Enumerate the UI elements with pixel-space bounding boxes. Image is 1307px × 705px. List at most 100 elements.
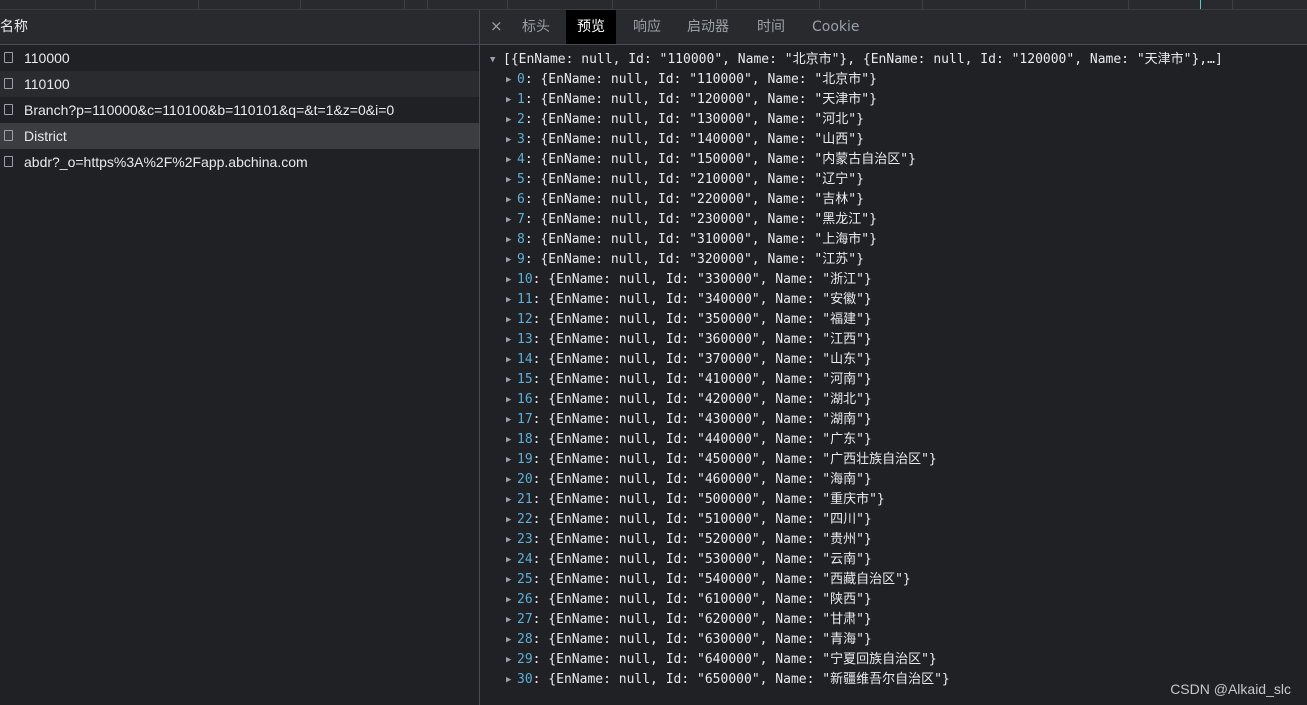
json-item-line[interactable]: ▶ 14: {EnName: null, Id: "370000", Name: …: [480, 350, 1307, 370]
json-item-line[interactable]: ▶ 4: {EnName: null, Id: "150000", Name: "…: [480, 150, 1307, 170]
triangle-right-icon[interactable]: ▶: [506, 310, 511, 330]
json-item-line[interactable]: ▶ 21: {EnName: null, Id: "500000", Name: …: [480, 490, 1307, 510]
triangle-right-icon[interactable]: ▶: [506, 150, 511, 170]
request-row[interactable]: Branch?p=110000&c=110100&b=110101&q=&t=1…: [0, 97, 479, 123]
json-item-line[interactable]: ▶ 7: {EnName: null, Id: "230000", Name: "…: [480, 210, 1307, 230]
checkbox-icon[interactable]: [4, 156, 13, 167]
close-icon[interactable]: ×: [490, 17, 503, 35]
tab-initiator[interactable]: 启动器: [676, 10, 740, 44]
request-row[interactable]: District: [0, 123, 479, 149]
triangle-right-icon[interactable]: ▶: [506, 470, 511, 490]
triangle-right-icon[interactable]: ▶: [506, 390, 511, 410]
json-item-line[interactable]: ▶ 23: {EnName: null, Id: "520000", Name: …: [480, 530, 1307, 550]
triangle-right-icon[interactable]: ▶: [506, 370, 511, 390]
json-punct: : {EnName: null, Id: ": [524, 92, 698, 107]
json-item-line[interactable]: ▶ 12: {EnName: null, Id: "350000", Name: …: [480, 310, 1307, 330]
tab-timing[interactable]: 时间: [746, 10, 796, 44]
json-item-line[interactable]: ▶ 17: {EnName: null, Id: "430000", Name: …: [480, 410, 1307, 430]
checkbox-icon[interactable]: [4, 104, 13, 115]
json-item-line[interactable]: ▶ 6: {EnName: null, Id: "220000", Name: "…: [480, 190, 1307, 210]
timeline-tick: [198, 0, 199, 9]
json-item-line[interactable]: ▶ 1: {EnName: null, Id: "120000", Name: "…: [480, 90, 1307, 110]
triangle-right-icon[interactable]: ▶: [506, 510, 511, 530]
json-punct: "}: [856, 632, 872, 647]
triangle-right-icon[interactable]: ▶: [506, 170, 511, 190]
json-item-line[interactable]: ▶ 18: {EnName: null, Id: "440000", Name: …: [480, 430, 1307, 450]
json-item-line[interactable]: ▶ 2: {EnName: null, Id: "130000", Name: "…: [480, 110, 1307, 130]
json-punct: "}: [934, 672, 950, 687]
triangle-right-icon[interactable]: ▶: [506, 350, 511, 370]
json-item-line[interactable]: ▶ 8: {EnName: null, Id: "310000", Name: "…: [480, 230, 1307, 250]
triangle-right-icon[interactable]: ▶: [506, 430, 511, 450]
json-root-line[interactable]: ▼ [{EnName: null, Id: "110000", Name: "北…: [480, 50, 1307, 70]
triangle-right-icon[interactable]: ▶: [506, 290, 511, 310]
json-punct: : {EnName: null, Id: ": [532, 672, 705, 687]
json-item-line[interactable]: ▶ 29: {EnName: null, Id: "640000", Name: …: [480, 650, 1307, 670]
name-column-header[interactable]: 名称: [0, 10, 479, 45]
triangle-right-icon[interactable]: ▶: [506, 530, 511, 550]
tab-headers[interactable]: 标头: [511, 10, 561, 44]
json-item-line[interactable]: ▶ 11: {EnName: null, Id: "340000", Name: …: [480, 290, 1307, 310]
json-punct: ", Name: ": [743, 132, 823, 147]
triangle-right-icon[interactable]: ▶: [506, 110, 511, 130]
triangle-right-icon[interactable]: ▶: [506, 330, 511, 350]
json-item-line[interactable]: ▶ 25: {EnName: null, Id: "540000", Name: …: [480, 570, 1307, 590]
json-item-line[interactable]: ▶ 0: {EnName: null, Id: "110000", Name: "…: [480, 70, 1307, 90]
timeline-tick: [716, 0, 717, 9]
json-item-line[interactable]: ▶ 13: {EnName: null, Id: "360000", Name: …: [480, 330, 1307, 350]
json-item-index: 16: [517, 392, 533, 407]
json-item-line[interactable]: ▶ 19: {EnName: null, Id: "450000", Name: …: [480, 450, 1307, 470]
checkbox-icon[interactable]: [4, 130, 13, 141]
json-item-line[interactable]: ▶ 10: {EnName: null, Id: "330000", Name: …: [480, 270, 1307, 290]
timeline-overview[interactable]: [0, 0, 1307, 10]
request-row[interactable]: abdr?_o=https%3A%2F%2Fapp.abchina.com: [0, 149, 479, 175]
json-punct: : {EnName: null, Id: ": [532, 632, 705, 647]
triangle-right-icon[interactable]: ▶: [506, 250, 511, 270]
json-item-line[interactable]: ▶ 22: {EnName: null, Id: "510000", Name: …: [480, 510, 1307, 530]
tab-cookies[interactable]: Cookie: [801, 10, 871, 44]
request-row[interactable]: 110100: [0, 71, 479, 97]
json-item-index: 25: [517, 572, 533, 587]
json-item-line[interactable]: ▶ 16: {EnName: null, Id: "420000", Name: …: [480, 390, 1307, 410]
json-item-line[interactable]: ▶ 15: {EnName: null, Id: "410000", Name: …: [480, 370, 1307, 390]
request-row[interactable]: 110000: [0, 45, 479, 71]
triangle-right-icon[interactable]: ▶: [506, 550, 511, 570]
triangle-right-icon[interactable]: ▶: [506, 610, 511, 630]
triangle-right-icon[interactable]: ▶: [506, 490, 511, 510]
json-item-line[interactable]: ▶ 26: {EnName: null, Id: "610000", Name: …: [480, 590, 1307, 610]
tab-response[interactable]: 响应: [622, 10, 672, 44]
json-item-line[interactable]: ▶ 20: {EnName: null, Id: "460000", Name: …: [480, 470, 1307, 490]
triangle-right-icon[interactable]: ▶: [506, 70, 511, 90]
json-punct: ", Name: ": [751, 492, 831, 507]
triangle-right-icon[interactable]: ▶: [506, 630, 511, 650]
json-punct: : {EnName: null, Id: ": [524, 212, 698, 227]
triangle-right-icon[interactable]: ▶: [506, 670, 511, 690]
json-item-line[interactable]: ▶ 9: {EnName: null, Id: "320000", Name: "…: [480, 250, 1307, 270]
triangle-right-icon[interactable]: ▶: [506, 190, 511, 210]
triangle-right-icon[interactable]: ▶: [506, 450, 511, 470]
json-item-index: 22: [517, 512, 533, 527]
triangle-right-icon[interactable]: ▶: [506, 270, 511, 290]
json-punct: "}: [921, 452, 937, 467]
tab-preview[interactable]: 预览: [566, 10, 616, 44]
triangle-right-icon[interactable]: ▶: [506, 230, 511, 250]
json-item-line[interactable]: ▶ 5: {EnName: null, Id: "210000", Name: "…: [480, 170, 1307, 190]
triangle-right-icon[interactable]: ▶: [506, 90, 511, 110]
json-item-name: 吉林: [822, 192, 849, 207]
json-item-line[interactable]: ▶ 27: {EnName: null, Id: "620000", Name: …: [480, 610, 1307, 630]
triangle-right-icon[interactable]: ▶: [506, 210, 511, 230]
json-item-line[interactable]: ▶ 24: {EnName: null, Id: "530000", Name: …: [480, 550, 1307, 570]
json-punct: ", Name: ": [743, 252, 823, 267]
checkbox-icon[interactable]: [4, 78, 13, 89]
json-punct: ", Name: ": [751, 312, 831, 327]
json-item-index: 26: [517, 592, 533, 607]
triangle-right-icon[interactable]: ▶: [506, 130, 511, 150]
triangle-right-icon[interactable]: ▶: [506, 410, 511, 430]
triangle-right-icon[interactable]: ▶: [506, 590, 511, 610]
triangle-right-icon[interactable]: ▶: [506, 570, 511, 590]
triangle-right-icon[interactable]: ▶: [506, 650, 511, 670]
checkbox-icon[interactable]: [4, 52, 13, 63]
json-item-line[interactable]: ▶ 28: {EnName: null, Id: "630000", Name: …: [480, 630, 1307, 650]
triangle-down-icon[interactable]: ▼: [490, 50, 495, 70]
json-item-line[interactable]: ▶ 3: {EnName: null, Id: "140000", Name: "…: [480, 130, 1307, 150]
